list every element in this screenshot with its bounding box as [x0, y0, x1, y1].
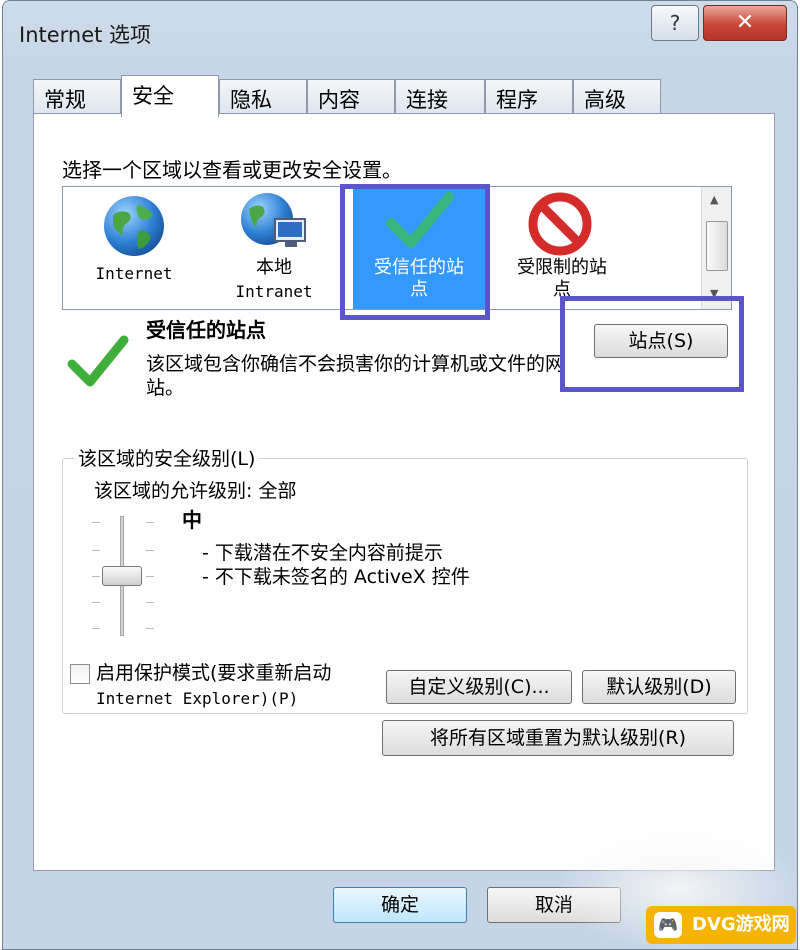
zone-title: 受信任的站点 [146, 318, 266, 342]
custom-level-button[interactable]: 自定义级别(C)... [386, 670, 572, 704]
zone-label: 受限制的站 [517, 257, 607, 278]
ok-button[interactable]: 确定 [333, 887, 467, 923]
tab-advanced[interactable]: 高级 [573, 79, 661, 115]
gamepad-icon: 🎮 [654, 912, 682, 938]
zone-label: Internet [95, 264, 173, 283]
watermark-logo: 🎮 DVG游戏网 [646, 906, 796, 944]
security-level-group-title: 该区域的安全级别(L) [74, 444, 260, 471]
annotation-highlight-sites [560, 296, 744, 392]
annotation-highlight-zone [340, 184, 490, 320]
tab-programs[interactable]: 程序 [485, 79, 573, 115]
zone-internet[interactable]: Internet [69, 187, 199, 309]
internet-options-window: Internet 选项 ? ✕ 常规 安全 隐私 内容 连接 程序 高级 选择一… [2, 0, 798, 950]
tab-content[interactable]: 内容 [307, 79, 395, 115]
trusted-check-icon [67, 335, 129, 387]
default-level-button[interactable]: 默认级别(D) [582, 670, 736, 704]
zone-select-prompt: 选择一个区域以查看或更改安全设置。 [62, 158, 402, 182]
zone-list-scrollbar[interactable]: ▲ ▼ [701, 187, 731, 309]
zone-sublabel: Intranet [235, 282, 313, 301]
security-panel: 选择一个区域以查看或更改安全设置。 Internet 本地 Intranet 受… [33, 113, 775, 871]
close-button[interactable]: ✕ [703, 5, 787, 41]
window-title: Internet 选项 [19, 23, 152, 47]
globe-icon [104, 196, 164, 256]
help-button[interactable]: ? [651, 5, 699, 41]
slider-thumb[interactable] [102, 566, 142, 586]
protected-mode-label: 启用保护模式(要求重新启动 Internet Explorer)(P) [96, 660, 331, 712]
tab-connections[interactable]: 连接 [395, 79, 485, 115]
protected-mode-line1: 启用保护模式(要求重新启动 [96, 662, 332, 684]
watermark-text: DVG游戏网 [692, 914, 790, 935]
scroll-up-icon[interactable]: ▲ [710, 193, 718, 206]
level-description-line: - 不下载未签名的 ActiveX 控件 [202, 566, 470, 588]
intranet-globe-icon [241, 193, 306, 247]
zone-description: 该区域包含你确信不会损害你的计算机或文件的网站。 [146, 353, 565, 399]
tab-security[interactable]: 安全 [121, 75, 219, 117]
scroll-thumb[interactable] [706, 221, 728, 271]
tab-general[interactable]: 常规 [33, 79, 121, 115]
allowed-levels-label: 该区域的允许级别: 全部 [94, 480, 297, 502]
reset-all-zones-button[interactable]: 将所有区域重置为默认级别(R) [382, 720, 734, 756]
tab-privacy[interactable]: 隐私 [219, 79, 307, 115]
protected-mode-line2: Internet Explorer)(P) [96, 689, 299, 708]
security-level-name: 中 [182, 508, 202, 532]
zone-local-intranet[interactable]: 本地 Intranet [209, 187, 339, 309]
zone-restricted-sites[interactable]: 受限制的站 点 [495, 187, 629, 309]
protected-mode-checkbox[interactable] [70, 664, 90, 684]
no-entry-icon [528, 192, 592, 256]
level-description-line: - 下载潜在不安全内容前提示 [202, 542, 443, 564]
zone-label: 本地 [256, 257, 292, 278]
